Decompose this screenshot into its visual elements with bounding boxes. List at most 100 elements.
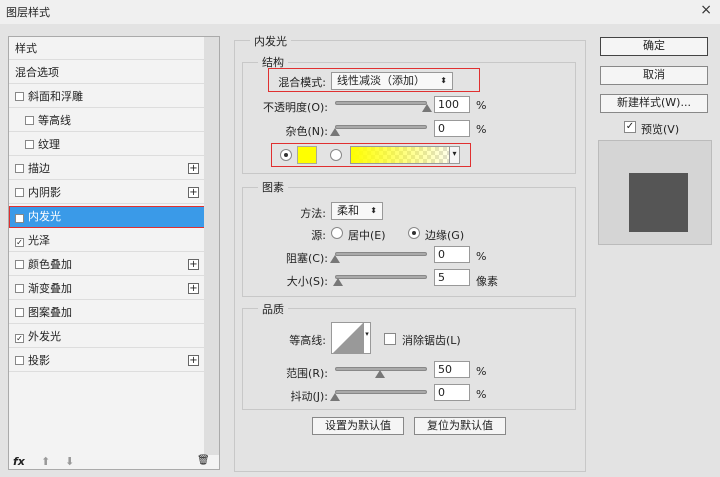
blend-mode-value: 线性减淡（添加） [337, 74, 425, 87]
jitter-label: 抖动(J): [290, 390, 328, 403]
sidebar-item-label: 颜色叠加 [28, 258, 72, 271]
checkbox[interactable] [15, 260, 24, 269]
move-up-icon[interactable]: ⬆ [41, 455, 50, 468]
checkbox[interactable] [15, 164, 24, 173]
trash-icon[interactable]: 🗑 [197, 455, 210, 466]
antialias-checkbox[interactable] [384, 333, 396, 345]
plus-icon[interactable]: + [188, 163, 199, 174]
choke-slider-thumb[interactable] [330, 255, 340, 263]
dropdown-icon: ▾ [449, 147, 459, 163]
size-slider-thumb[interactable] [333, 278, 343, 286]
sidebar-item[interactable]: 等高线 [9, 110, 205, 132]
checkbox[interactable] [15, 188, 24, 197]
gradient-radio[interactable] [330, 149, 342, 161]
sidebar-item-label: 投影 [28, 354, 50, 367]
sidebar-item[interactable]: 斜面和浮雕 [9, 86, 205, 108]
opacity-label: 不透明度(O): [263, 101, 328, 114]
range-slider-thumb[interactable] [375, 370, 385, 378]
preview-checkbox[interactable]: ✓ [624, 121, 636, 133]
source-center-radio[interactable] [331, 227, 343, 239]
cancel-button[interactable]: 取消 [600, 66, 708, 85]
checkbox[interactable] [15, 356, 24, 365]
antialias-label[interactable]: 消除锯齿(L) [402, 332, 461, 348]
sidebar-item-label: 外发光 [28, 330, 61, 343]
plus-icon[interactable]: + [188, 259, 199, 270]
reset-default-button[interactable]: 复位为默认值 [414, 417, 506, 435]
preview-label[interactable]: 预览(V) [641, 121, 679, 137]
sidebar-item[interactable]: 投影 + [9, 350, 205, 372]
choke-input[interactable]: 0 [434, 246, 470, 263]
plus-icon[interactable]: + [188, 355, 199, 366]
checkbox[interactable] [15, 92, 24, 101]
range-label: 范围(R): [286, 367, 328, 380]
opacity-unit: % [476, 99, 487, 112]
sidebar-item-label: 内阴影 [28, 186, 61, 199]
jitter-input[interactable]: 0 [434, 384, 470, 401]
source-center-label[interactable]: 居中(E) [348, 227, 386, 243]
opacity-slider[interactable] [335, 101, 427, 105]
sidebar-item[interactable]: 渐变叠加 + [9, 278, 205, 300]
sidebar-item[interactable]: 样式 [9, 38, 205, 60]
solid-color-radio[interactable] [280, 149, 292, 161]
close-icon[interactable]: × [700, 2, 712, 18]
panel-title: 内发光 [250, 33, 291, 49]
sidebar-item[interactable]: ✓ 光泽 [9, 230, 205, 252]
contour-picker[interactable]: ▾ [331, 322, 371, 354]
move-down-icon[interactable]: ⬇ [65, 455, 74, 468]
plus-icon[interactable]: + [188, 283, 199, 294]
checkbox[interactable] [15, 308, 24, 317]
choke-unit: % [476, 250, 487, 263]
sidebar-item[interactable]: ✓ 内发光 [9, 206, 205, 228]
sidebar-item[interactable]: 纹理 [9, 134, 205, 156]
jitter-slider-thumb[interactable] [330, 393, 340, 401]
checkbox[interactable] [15, 284, 24, 293]
method-select[interactable]: 柔和 ⬍ [331, 202, 383, 220]
new-style-button[interactable]: 新建样式(W)... [600, 94, 708, 113]
ok-button[interactable]: 确定 [600, 37, 708, 56]
sidebar-item[interactable]: 内阴影 + [9, 182, 205, 204]
dropdown-icon: ▾ [363, 323, 370, 353]
checkbox[interactable] [25, 140, 34, 149]
sidebar-item-label: 混合选项 [15, 66, 59, 79]
checkbox[interactable]: ✓ [15, 214, 24, 223]
opacity-input[interactable]: 100 [434, 96, 470, 113]
updown-icon: ⬍ [440, 76, 447, 85]
sidebar-item-label: 描边 [28, 162, 50, 175]
source-edge-label[interactable]: 边缘(G) [425, 227, 464, 243]
jitter-slider[interactable] [335, 390, 427, 394]
gradient-picker[interactable]: ▾ [350, 146, 460, 164]
sidebar-item-label: 图案叠加 [28, 306, 72, 319]
source-edge-radio[interactable] [408, 227, 420, 239]
sidebar-item[interactable]: 颜色叠加 + [9, 254, 205, 276]
range-input[interactable]: 50 [434, 361, 470, 378]
make-default-button[interactable]: 设置为默认值 [312, 417, 404, 435]
sidebar-item[interactable]: 描边 + [9, 158, 205, 180]
size-slider[interactable] [335, 275, 427, 279]
jitter-unit: % [476, 388, 487, 401]
sidebar-item[interactable]: 图案叠加 [9, 302, 205, 324]
method-label: 方法: [300, 207, 326, 220]
checkbox[interactable]: ✓ [15, 238, 24, 247]
sidebar-item[interactable]: 混合选项 [9, 62, 205, 84]
choke-slider[interactable] [335, 252, 427, 256]
opacity-slider-thumb[interactable] [422, 104, 432, 112]
sidebar-item-label: 光泽 [28, 234, 50, 247]
checkbox[interactable]: ✓ [15, 334, 24, 343]
elements-title: 图素 [258, 179, 288, 195]
blend-mode-select[interactable]: 线性减淡（添加） ⬍ [331, 72, 453, 90]
noise-slider[interactable] [335, 125, 427, 129]
sidebar-item[interactable]: ✓ 外发光 [9, 326, 205, 348]
sidebar-item-label: 渐变叠加 [28, 282, 72, 295]
preview-thumbnail [629, 173, 688, 232]
color-swatch[interactable] [297, 146, 317, 164]
sidebar-item-label: 样式 [15, 42, 37, 55]
noise-input[interactable]: 0 [434, 120, 470, 137]
fx-button[interactable]: fx [13, 455, 25, 468]
plus-icon[interactable]: + [188, 187, 199, 198]
method-value: 柔和 [337, 204, 359, 217]
scrollbar[interactable] [204, 37, 219, 455]
noise-slider-thumb[interactable] [330, 128, 340, 136]
checkbox[interactable] [25, 116, 34, 125]
size-input[interactable]: 5 [434, 269, 470, 286]
choke-label: 阻塞(C): [286, 252, 328, 265]
